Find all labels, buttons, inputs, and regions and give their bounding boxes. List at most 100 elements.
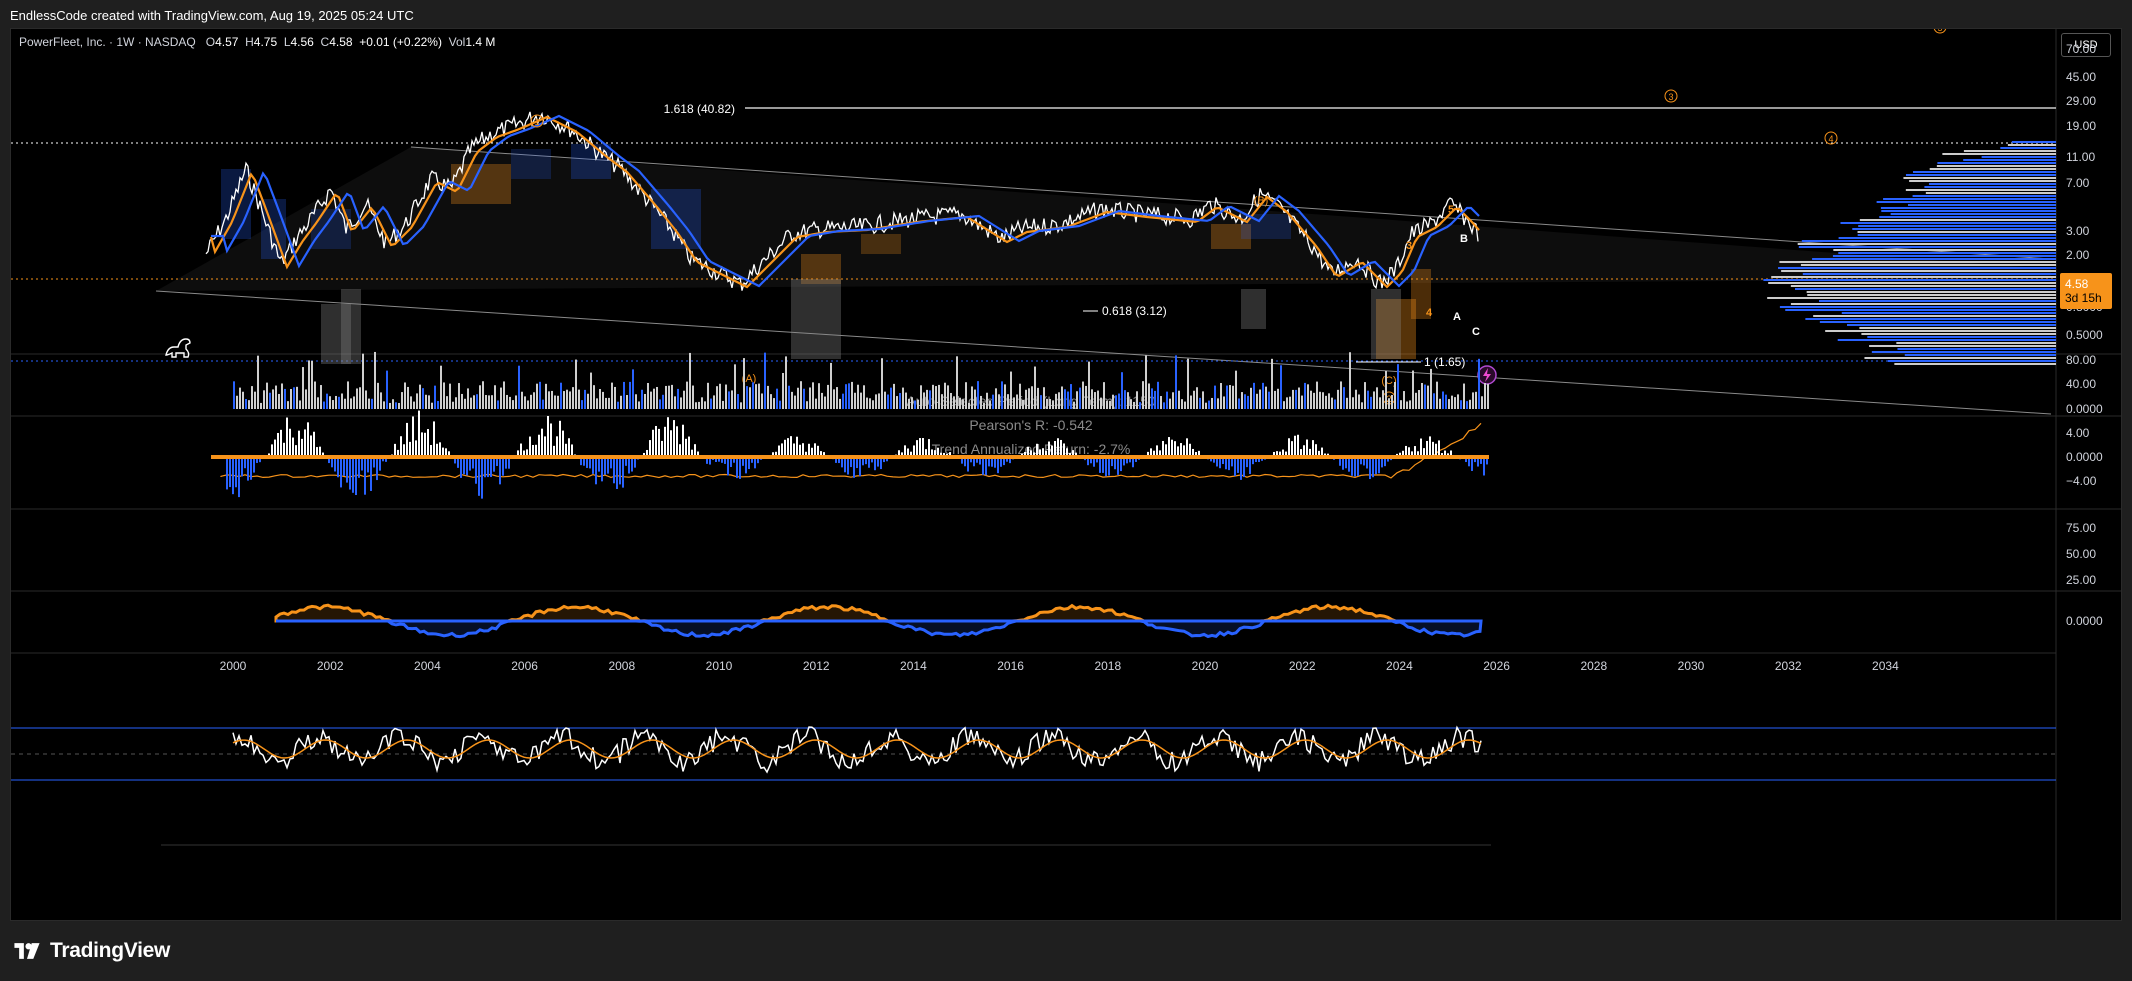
momentum-bar <box>562 430 564 457</box>
volume-bar <box>1145 355 1147 409</box>
volume-bar <box>1376 387 1378 409</box>
volume-bar <box>353 396 355 409</box>
volume-bar <box>248 400 250 409</box>
momentum-bar <box>613 457 615 484</box>
volume-bar <box>779 400 781 409</box>
wave-circle-4: 4 <box>1824 131 1838 145</box>
volume-bar <box>749 387 751 409</box>
momentum-bar <box>736 457 738 479</box>
volume-bar <box>803 388 805 409</box>
profile-bar <box>1869 345 2056 347</box>
volume-bar <box>467 388 469 409</box>
momentum-bar <box>1354 457 1356 477</box>
profile-bar <box>1896 342 2056 344</box>
momentum-bar <box>631 457 633 472</box>
volume-bar <box>1037 387 1039 409</box>
volume-bar <box>500 387 502 409</box>
momentum-bar <box>1060 439 1062 457</box>
volume-bar <box>707 382 709 409</box>
volume-bar <box>293 387 295 409</box>
price-axis[interactable]: 70.0045.0029.0019.0011.007.003.002.001.2… <box>2066 42 2103 628</box>
volume-bar <box>1322 392 1324 409</box>
volume-bar <box>413 401 415 409</box>
volume-bar <box>830 362 832 409</box>
volume-bar <box>1217 398 1219 409</box>
volume-bar <box>1313 392 1315 409</box>
volume-bar <box>305 389 307 409</box>
momentum-bar <box>484 457 486 478</box>
momentum-bar <box>664 426 666 457</box>
profile-bar <box>1894 363 2056 365</box>
momentum-bar <box>283 442 285 457</box>
time-axis-label: 2020 <box>1192 659 1219 673</box>
lightning-icon[interactable] <box>1477 365 1497 385</box>
volume-bar <box>851 381 853 409</box>
price-axis-tick: 70.00 <box>2066 42 2096 56</box>
volume-bar <box>1040 395 1042 409</box>
volume-bar <box>350 398 352 409</box>
volume-bar <box>1301 395 1303 409</box>
momentum-bar <box>1102 457 1104 473</box>
momentum-bar <box>739 457 741 479</box>
chart-frame[interactable]: PowerFleet, Inc. · 1W · NASDAQ O4.57 H4.… <box>10 28 2122 921</box>
volume-bar <box>875 394 877 409</box>
volume-bar <box>812 382 814 409</box>
volume-bar <box>581 400 583 409</box>
volume-bar <box>824 396 826 409</box>
profile-bar <box>1779 306 2056 308</box>
volume-bar <box>914 400 916 409</box>
momentum-bar <box>334 457 336 472</box>
momentum-bar <box>493 457 495 472</box>
volume-bar <box>1472 392 1474 409</box>
profile-bar <box>1807 294 2056 296</box>
volume-bar <box>299 400 301 409</box>
volume-bar <box>1340 381 1342 409</box>
profile-bar <box>1768 282 2056 284</box>
time-axis-label: 2014 <box>900 659 927 673</box>
volume-bar <box>854 392 856 409</box>
volume-bar <box>1178 390 1180 409</box>
volume-bar <box>491 395 493 409</box>
profile-bar <box>1798 246 2056 248</box>
momentum-bar <box>313 431 315 457</box>
chart-canvas[interactable]: 1.618 (40.82) 0.618 (3.12) 1 (1.65) Auto… <box>11 29 2121 920</box>
volume-bar <box>1118 393 1120 409</box>
momentum-bar <box>418 410 420 457</box>
profile-bar <box>1929 168 2056 170</box>
time-axis-label: 2012 <box>803 659 830 673</box>
momentum-bar <box>1369 457 1371 480</box>
volume-bar <box>536 383 538 409</box>
profile-bar <box>1825 330 2056 332</box>
momentum-bar <box>619 457 621 485</box>
pearson-text: Pearson's R: -0.542 <box>969 417 1093 433</box>
tradingview-logo[interactable]: TradingView <box>12 939 170 963</box>
volume-bar <box>1115 395 1117 409</box>
volume-bar <box>1400 400 1402 409</box>
volume-bar <box>1406 401 1408 409</box>
zone-box <box>1371 289 1401 359</box>
time-axis[interactable]: 2000 2002 2004 2006 2008 2010 2012 2014 2016 2018… <box>11 652 2056 673</box>
volume-bar <box>1421 382 1423 409</box>
profile-bar <box>1909 180 2056 182</box>
volume-bar <box>1034 366 1036 409</box>
momentum-bar <box>481 457 483 499</box>
volume-bar <box>1292 389 1294 409</box>
momentum-bar <box>469 457 471 471</box>
profile-bar <box>1841 312 2056 314</box>
volume-bar <box>551 390 553 409</box>
zone-box <box>571 144 611 179</box>
volume-bar <box>1283 401 1285 409</box>
momentum-bar <box>337 457 339 478</box>
volume-bar <box>848 383 850 409</box>
volume-bar <box>1148 383 1150 409</box>
volume-bar <box>614 386 616 409</box>
momentum-bar <box>340 457 342 488</box>
volume-bar <box>362 353 364 409</box>
momentum-bar <box>784 439 786 457</box>
momentum-bar <box>439 442 441 457</box>
volume-bar <box>752 382 754 409</box>
volume-bar <box>611 382 613 409</box>
momentum-bar <box>796 436 798 457</box>
volume-bar <box>320 385 322 409</box>
momentum-bar <box>307 422 309 457</box>
